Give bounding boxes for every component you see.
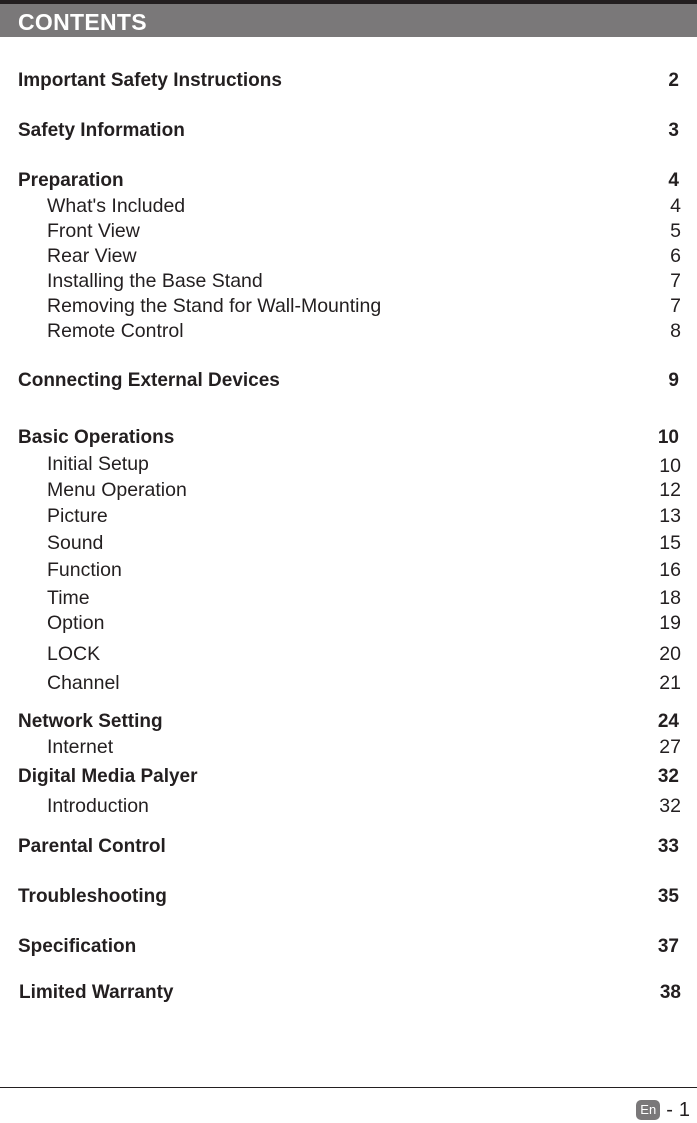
toc-label: LOCK xyxy=(47,643,101,665)
toc-page: 4 xyxy=(668,170,679,191)
toc-label: Sound xyxy=(47,532,104,554)
toc-entry[interactable]: Parental Control 33 xyxy=(0,835,697,859)
toc-label: Basic Operations xyxy=(18,427,175,448)
toc-label: Parental Control xyxy=(18,836,166,857)
toc-subentry[interactable]: Option 19 xyxy=(0,611,697,635)
toc-label: Internet xyxy=(47,736,114,758)
toc-label: Important Safety Instructions xyxy=(18,70,282,91)
toc-label: Remote Control xyxy=(47,320,184,342)
toc-subentry[interactable]: Initial Setup 10 xyxy=(0,452,697,477)
toc-entry[interactable]: Safety Information 3 xyxy=(0,119,697,143)
toc-page: 15 xyxy=(659,532,681,554)
toc-page: 38 xyxy=(659,982,681,1003)
page-footer: En - 1 xyxy=(636,1098,690,1122)
toc-subentry[interactable]: Time 18 xyxy=(0,586,697,610)
toc-label: Limited Warranty xyxy=(19,982,174,1003)
toc-entry[interactable]: Important Safety Instructions 2 xyxy=(0,69,697,93)
toc-label: Network Setting xyxy=(18,711,163,732)
footer-divider xyxy=(0,1087,697,1088)
toc-label: What's Included xyxy=(47,195,186,217)
toc-page: 16 xyxy=(659,559,681,581)
toc-subentry[interactable]: Front View 5 xyxy=(0,219,697,243)
toc-subentry[interactable]: Remote Control 8 xyxy=(0,319,697,343)
toc-subentry[interactable]: Function 16 xyxy=(0,558,697,582)
toc-page: 5 xyxy=(670,220,681,242)
toc-page: 10 xyxy=(657,427,679,448)
toc-page: 35 xyxy=(657,886,679,907)
toc-label: Removing the Stand for Wall-Mounting xyxy=(47,295,382,317)
toc-page: 32 xyxy=(657,766,679,787)
toc-page: 21 xyxy=(659,672,681,694)
toc-label: Digital Media Palyer xyxy=(18,766,198,787)
toc-label: Installing the Base Stand xyxy=(47,270,263,292)
toc-label: Time xyxy=(47,587,90,609)
toc-page: 18 xyxy=(659,587,681,609)
toc-page: 8 xyxy=(670,320,681,342)
toc-page: 3 xyxy=(668,120,679,141)
toc-label: Preparation xyxy=(18,170,124,191)
toc-page: 6 xyxy=(670,245,681,267)
toc-entry[interactable]: Digital Media Palyer 32 xyxy=(0,765,697,789)
toc-label: Picture xyxy=(47,505,108,527)
toc-page: 24 xyxy=(657,711,679,732)
toc-page: 10 xyxy=(659,455,681,477)
toc-page: 4 xyxy=(670,195,681,217)
toc-entry[interactable]: Basic Operations 10 xyxy=(0,426,697,450)
toc-label: Option xyxy=(47,612,105,634)
toc-label: Introduction xyxy=(47,795,149,817)
contents-header: CONTENTS xyxy=(0,4,697,37)
toc-subentry[interactable]: What's Included 4 xyxy=(0,194,697,218)
toc-page: 9 xyxy=(668,370,679,391)
toc-label: Rear View xyxy=(47,245,137,267)
toc-subentry[interactable]: Menu Operation 12 xyxy=(0,478,697,502)
toc-label: Function xyxy=(47,559,122,581)
toc-subentry[interactable]: Sound 15 xyxy=(0,531,697,555)
toc-subentry[interactable]: Installing the Base Stand 7 xyxy=(0,269,697,293)
toc-entry[interactable]: Preparation 4 xyxy=(0,169,697,193)
toc-label: Channel xyxy=(47,672,120,694)
toc-page: 37 xyxy=(657,936,679,957)
toc-entry[interactable]: Specification 37 xyxy=(0,935,697,959)
toc-entry[interactable]: Troubleshooting 35 xyxy=(0,885,697,909)
toc-page: 13 xyxy=(659,505,681,527)
toc-label: Initial Setup xyxy=(47,453,149,475)
toc-page: 27 xyxy=(659,736,681,758)
toc-subentry[interactable]: Rear View 6 xyxy=(0,244,697,268)
page-number: 1 xyxy=(678,1099,690,1121)
toc-label: Connecting External Devices xyxy=(18,370,280,391)
toc-page: 7 xyxy=(670,295,681,317)
toc-label: Troubleshooting xyxy=(18,886,167,907)
toc-label: Front View xyxy=(47,220,140,242)
toc-subentry[interactable]: Internet 27 xyxy=(0,735,697,759)
language-badge: En xyxy=(636,1100,661,1120)
toc-subentry[interactable]: Introduction 32 xyxy=(0,794,697,818)
toc-subentry[interactable]: LOCK 20 xyxy=(0,642,697,666)
toc-page: 12 xyxy=(659,479,681,501)
toc-page: 33 xyxy=(657,836,679,857)
toc-entry[interactable]: Network Setting 24 xyxy=(0,710,697,734)
toc-label: Menu Operation xyxy=(47,479,187,501)
toc-page: 20 xyxy=(659,643,681,665)
toc-page: 7 xyxy=(670,270,681,292)
toc-subentry[interactable]: Channel 21 xyxy=(0,671,697,695)
toc-entry[interactable]: Connecting External Devices 9 xyxy=(0,369,697,393)
page-title: CONTENTS xyxy=(18,9,147,35)
toc-subentry[interactable]: Removing the Stand for Wall-Mounting 7 xyxy=(0,294,697,318)
toc-page: 2 xyxy=(668,70,679,91)
toc-page: 19 xyxy=(659,612,681,634)
toc-label: Specification xyxy=(18,936,137,957)
toc-page: 32 xyxy=(659,795,681,817)
toc-subentry[interactable]: Picture 13 xyxy=(0,504,697,528)
toc-entry[interactable]: Limited Warranty 38 xyxy=(0,981,697,1005)
toc-label: Safety Information xyxy=(18,120,185,141)
page-separator: - xyxy=(666,1099,673,1121)
